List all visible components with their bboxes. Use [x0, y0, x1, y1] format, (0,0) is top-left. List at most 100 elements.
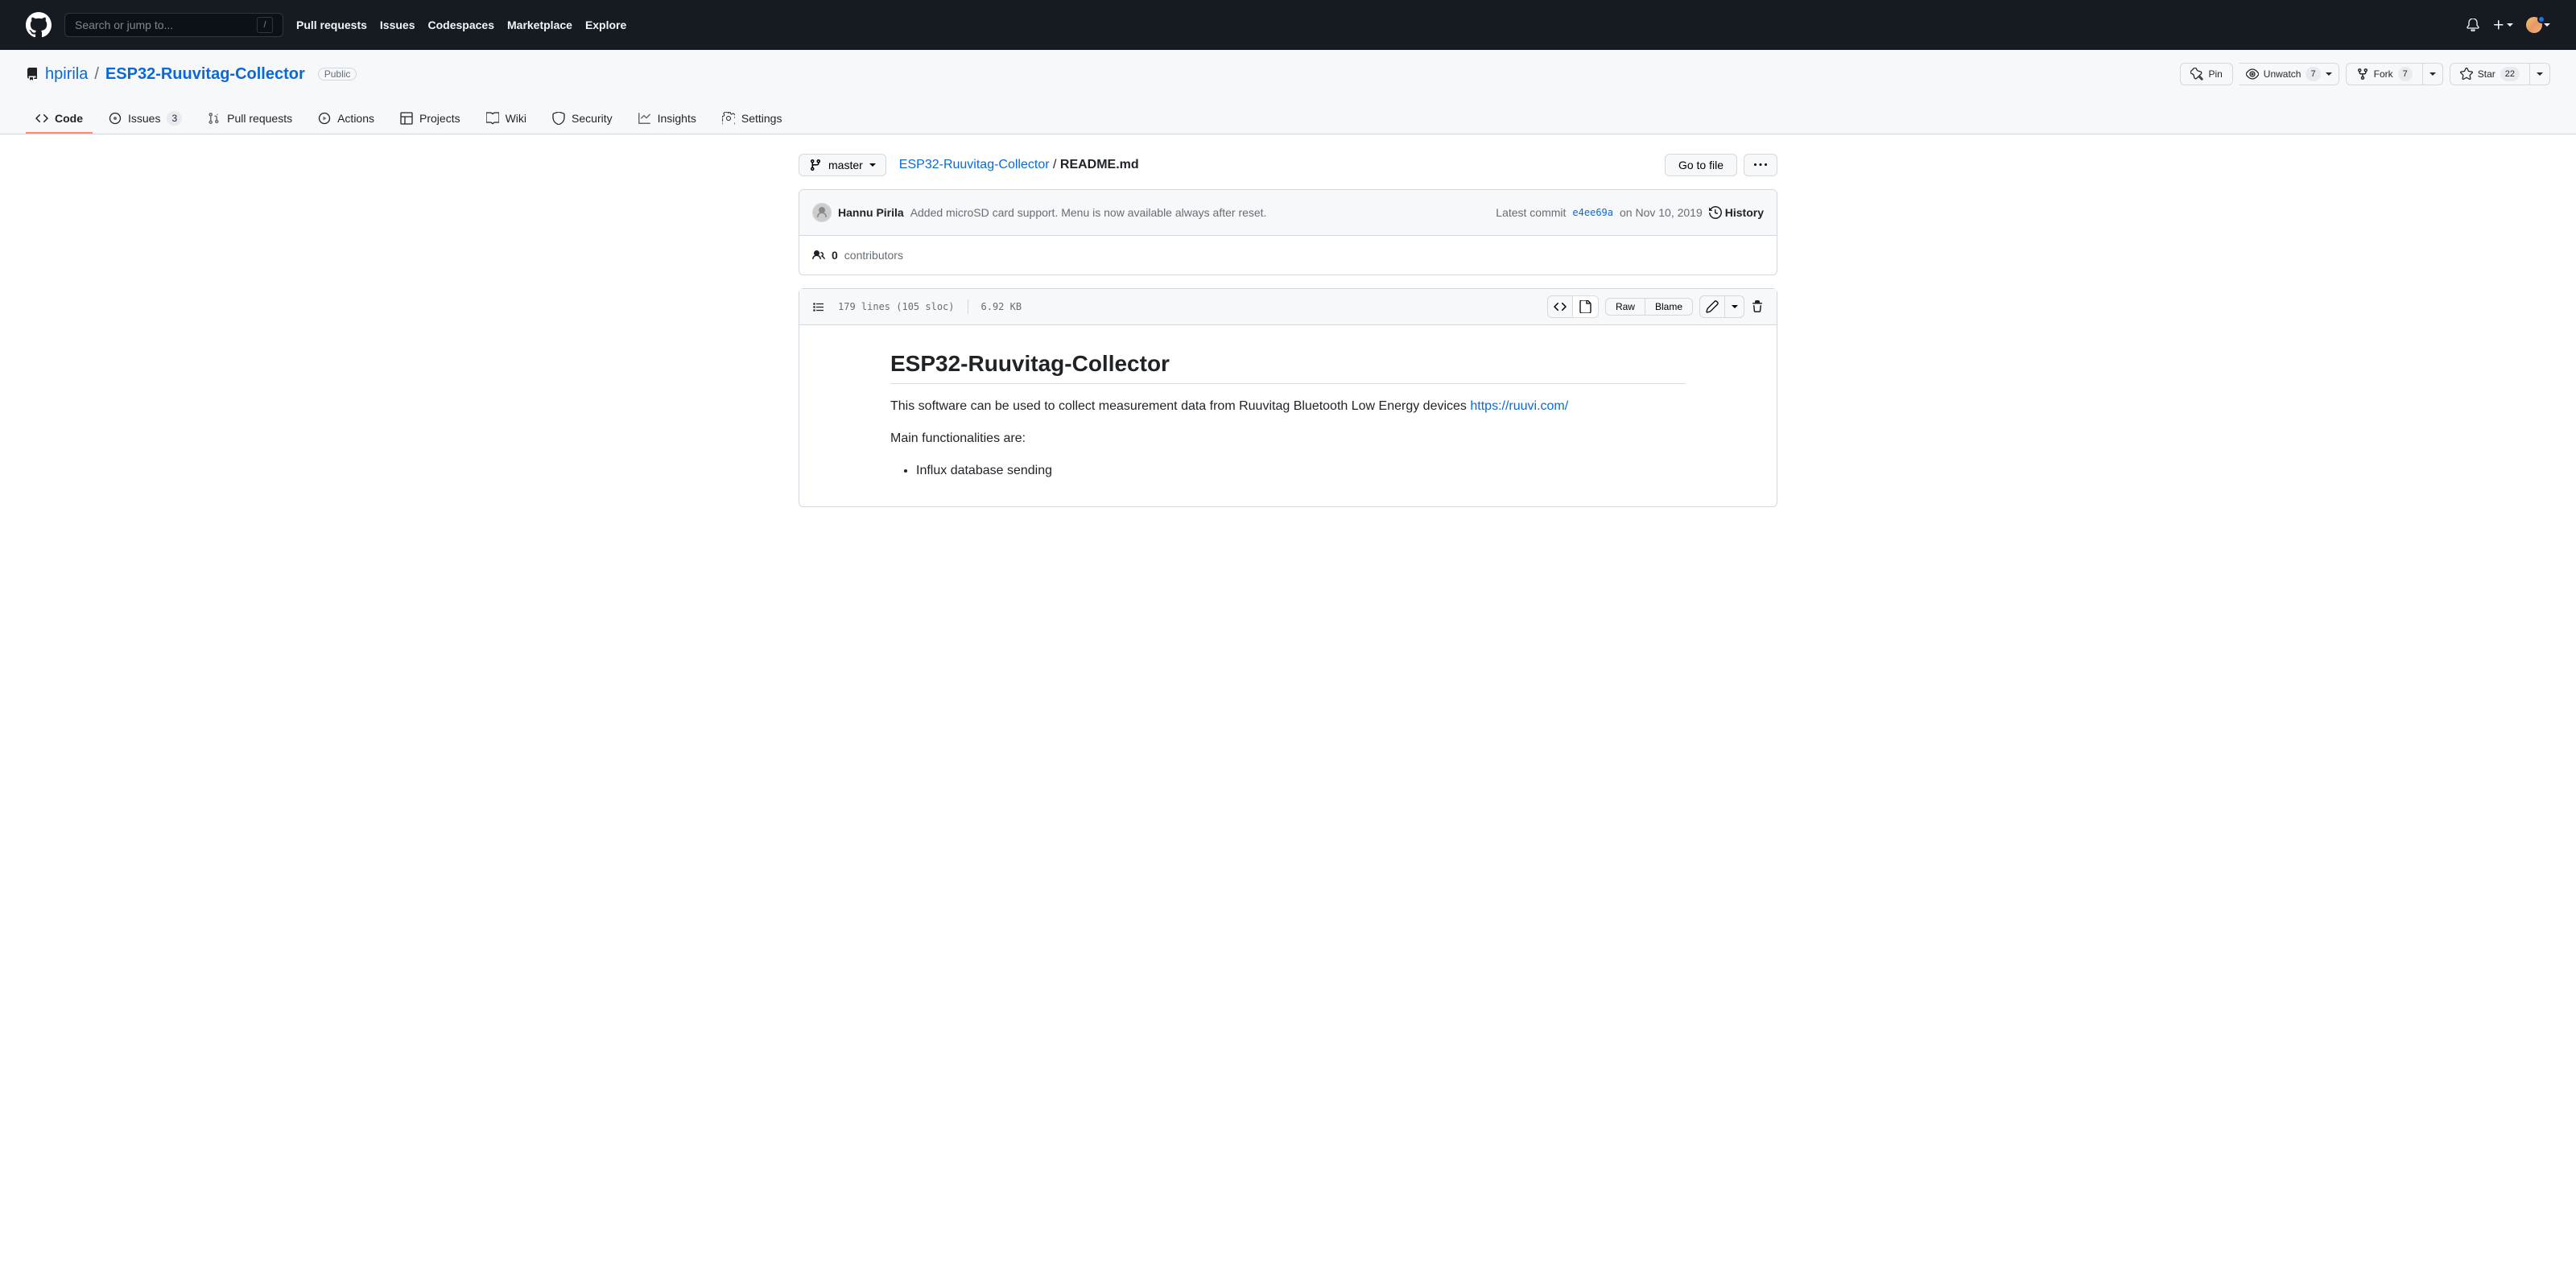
tab-insights[interactable]: Insights [629, 105, 706, 134]
header-right [2467, 17, 2550, 33]
readme-funcs-label: Main functionalities are: [890, 429, 1686, 448]
commit-message[interactable]: Added microSD card support. Menu is now … [910, 206, 1267, 219]
chevron-down-icon [869, 163, 876, 167]
fork-dropdown[interactable] [2423, 63, 2443, 85]
eye-icon [2246, 68, 2259, 80]
nav-codespaces[interactable]: Codespaces [428, 19, 494, 31]
tab-code[interactable]: Code [26, 105, 93, 134]
avatar [2526, 17, 2542, 33]
search-input[interactable]: Search or jump to... / [64, 13, 283, 37]
readme-content: ESP32-Ruuvitag-Collector This software c… [799, 325, 1777, 506]
contributors-label: contributors [844, 249, 903, 262]
nav-explore[interactable]: Explore [585, 19, 626, 31]
project-icon [400, 112, 413, 125]
tab-wiki[interactable]: Wiki [477, 105, 536, 134]
gear-icon [722, 112, 735, 125]
breadcrumb: ESP32-Ruuvitag-Collector / README.md [899, 158, 1139, 172]
delete-icon[interactable] [1751, 300, 1764, 313]
status-dot-icon [2537, 15, 2545, 23]
issues-count: 3 [167, 111, 182, 126]
graph-icon [638, 112, 651, 125]
branch-selector[interactable]: master [799, 154, 886, 176]
pin-icon [2190, 68, 2203, 80]
file-lines: 179 lines (105 sloc) [838, 301, 955, 312]
commit-date: on Nov 10, 2019 [1620, 206, 1703, 219]
search-placeholder: Search or jump to... [75, 19, 173, 31]
history-link[interactable]: History [1709, 206, 1764, 219]
global-header: Search or jump to... / Pull requests Iss… [0, 0, 2576, 50]
more-options-button[interactable] [1744, 154, 1777, 176]
breadcrumb-repo[interactable]: ESP32-Ruuvitag-Collector [899, 158, 1050, 171]
tab-security[interactable]: Security [543, 105, 622, 134]
tab-issues[interactable]: Issues3 [99, 105, 192, 134]
readme-link[interactable]: https://ruuvi.com/ [1470, 399, 1568, 413]
fork-button[interactable]: Fork7 [2346, 63, 2423, 85]
author-avatar [812, 203, 832, 222]
rendered-view-button[interactable] [1573, 295, 1599, 318]
contributors-count: 0 [832, 249, 838, 262]
primary-nav: Pull requests Issues Codespaces Marketpl… [296, 19, 626, 31]
chevron-down-icon [2537, 72, 2543, 76]
pencil-icon [1706, 300, 1719, 313]
nav-pull-requests[interactable]: Pull requests [296, 19, 367, 31]
latest-commit-label: Latest commit [1496, 206, 1566, 219]
readme-list: Influx database sending [890, 461, 1686, 481]
play-icon [318, 112, 331, 125]
repo-name-link[interactable]: ESP32-Ruuvitag-Collector [105, 65, 305, 84]
toc-icon[interactable] [812, 300, 825, 313]
readme-intro: This software can be used to collect mea… [890, 397, 1686, 416]
tab-pulls[interactable]: Pull requests [198, 105, 302, 134]
edit-dropdown[interactable] [1725, 295, 1744, 318]
edit-button[interactable] [1699, 295, 1725, 318]
chevron-down-icon [2429, 72, 2436, 76]
chevron-down-icon [2326, 72, 2332, 76]
file-header: 179 lines (105 sloc) 6.92 KB Raw Blame [799, 289, 1777, 325]
repo-title: hpirila / ESP32-Ruuvitag-Collector Publi… [26, 65, 357, 84]
watch-button[interactable]: Unwatch7 [2240, 63, 2339, 85]
create-new-dropdown[interactable] [2492, 19, 2513, 31]
source-view-button[interactable] [1547, 295, 1573, 318]
pull-request-icon [208, 112, 221, 125]
pin-button[interactable]: Pin [2180, 63, 2232, 85]
shield-icon [552, 112, 565, 125]
readme-title: ESP32-Ruuvitag-Collector [890, 351, 1686, 384]
commit-box: Hannu Pirila Added microSD card support.… [799, 189, 1777, 275]
file-icon [1579, 300, 1591, 313]
github-logo-icon[interactable] [26, 12, 52, 38]
raw-button[interactable]: Raw [1605, 298, 1645, 316]
history-icon [1709, 206, 1722, 219]
main-content: master ESP32-Ruuvitag-Collector / README… [773, 134, 1803, 526]
list-item: Influx database sending [916, 461, 1686, 481]
go-to-file-button[interactable]: Go to file [1665, 154, 1737, 176]
branch-icon [809, 159, 822, 171]
tab-settings[interactable]: Settings [712, 105, 792, 134]
nav-marketplace[interactable]: Marketplace [507, 19, 572, 31]
tab-actions[interactable]: Actions [308, 105, 384, 134]
code-icon [1554, 300, 1567, 313]
book-icon [486, 112, 499, 125]
people-icon [812, 249, 825, 262]
author-name[interactable]: Hannu Pirila [838, 206, 904, 219]
user-menu[interactable] [2526, 17, 2550, 33]
kebab-icon [1754, 159, 1767, 171]
nav-issues[interactable]: Issues [380, 19, 415, 31]
code-icon [35, 112, 48, 125]
repo-owner-link[interactable]: hpirila [45, 65, 88, 84]
star-count: 22 [2500, 67, 2520, 81]
contributors-row[interactable]: 0 contributors [799, 236, 1777, 275]
slash-key-icon: / [257, 17, 273, 33]
notifications-icon[interactable] [2467, 19, 2479, 31]
tab-projects[interactable]: Projects [390, 105, 470, 134]
star-button[interactable]: Star22 [2450, 63, 2530, 85]
path-separator: / [94, 65, 99, 84]
star-dropdown[interactable] [2530, 63, 2550, 85]
file-size: 6.92 KB [981, 301, 1022, 312]
repo-tabs: Code Issues3 Pull requests Actions Proje… [26, 105, 2550, 134]
fork-count: 7 [2398, 67, 2413, 81]
watch-count: 7 [2306, 67, 2320, 81]
commit-hash[interactable]: e4ee69a [1572, 207, 1613, 218]
repo-actions: Pin Unwatch7 Fork7 Star22 [2180, 63, 2550, 85]
visibility-badge: Public [318, 68, 357, 80]
blame-button[interactable]: Blame [1645, 298, 1693, 316]
commit-header: Hannu Pirila Added microSD card support.… [799, 190, 1777, 236]
